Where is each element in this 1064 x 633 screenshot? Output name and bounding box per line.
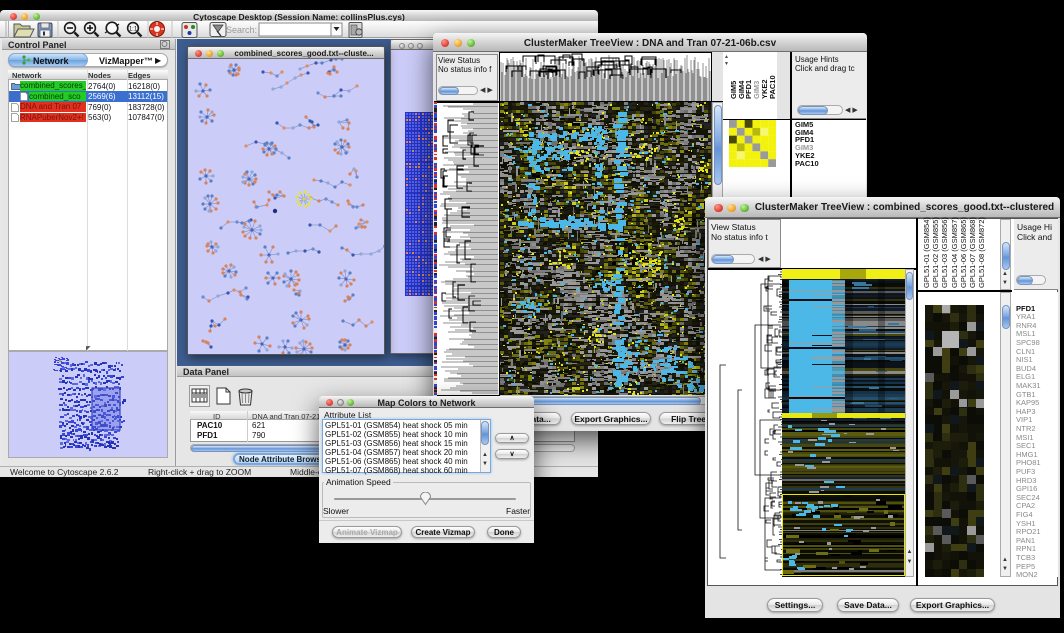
- svg-text:Search:: Search:: [226, 25, 257, 35]
- svg-text:1:1: 1:1: [129, 27, 138, 33]
